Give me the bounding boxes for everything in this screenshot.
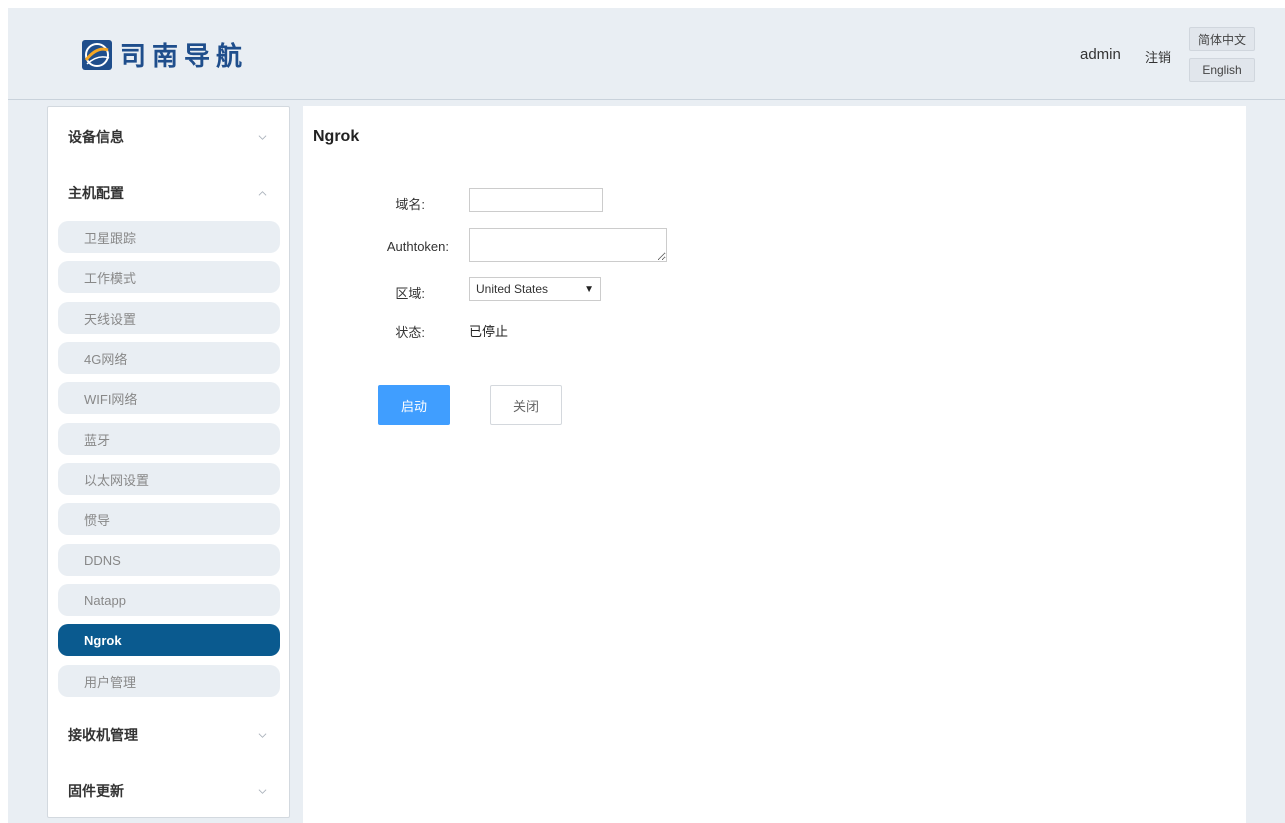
menu-group-firmware-update[interactable]: 固件更新 — [48, 763, 289, 819]
region-label: 区域: — [395, 286, 425, 301]
sidebar-item-4g[interactable]: 4G网络 — [58, 342, 280, 374]
start-button[interactable]: 启动 — [378, 385, 450, 425]
logo-text: 司南导航 — [120, 42, 249, 72]
sidebar-item-work-mode[interactable]: 工作模式 — [58, 261, 280, 293]
page-title: Ngrok — [313, 128, 360, 145]
authtoken-input[interactable] — [469, 228, 667, 262]
region-selected-value: United States — [476, 282, 549, 296]
menu-group-label: 主机配置 — [68, 185, 124, 201]
sidebar-item-wifi[interactable]: WIFI网络 — [58, 382, 280, 414]
username: admin — [1080, 46, 1121, 63]
menu-group-label: 固件更新 — [68, 783, 124, 799]
menu-group-host-config[interactable]: 主机配置 — [48, 165, 289, 221]
header: 司南导航 admin 注销 简体中文 English — [8, 8, 1285, 100]
sidebar-item-user-management[interactable]: 用户管理 — [58, 665, 280, 697]
domain-label: 域名: — [395, 197, 425, 212]
logo-compass-icon — [82, 39, 112, 70]
sidebar-item-natapp[interactable]: Natapp — [58, 584, 280, 616]
sidebar: 设备信息 主机配置 卫星跟踪 工作模式 天线设置 4G网络 WIFI网络 蓝牙 … — [47, 106, 290, 818]
menu-group-label: 设备信息 — [68, 129, 124, 145]
sidebar-item-ethernet[interactable]: 以太网设置 — [58, 463, 280, 495]
main-content: Ngrok 域名: Authtoken: 区域: United States ▼… — [303, 106, 1246, 823]
status-label: 状态: — [395, 325, 425, 340]
sidebar-item-ddns[interactable]: DDNS — [58, 544, 280, 576]
chevron-down-icon — [258, 789, 267, 794]
status-value: 已停止 — [469, 324, 509, 339]
logout-link[interactable]: 注销 — [1145, 47, 1171, 66]
sidebar-item-ngrok[interactable]: Ngrok — [58, 624, 280, 656]
menu-group-receiver-management[interactable]: 接收机管理 — [48, 707, 289, 763]
logo: 司南导航 — [82, 36, 248, 73]
lang-en-button[interactable]: English — [1189, 58, 1255, 82]
sidebar-item-bluetooth[interactable]: 蓝牙 — [58, 423, 280, 455]
sidebar-item-ins[interactable]: 惯导 — [58, 503, 280, 535]
chevron-down-icon — [258, 135, 267, 140]
app-frame: 司南导航 admin 注销 简体中文 English 设备信息 主机配置 卫星跟… — [8, 8, 1285, 823]
close-button[interactable]: 关闭 — [490, 385, 562, 425]
sidebar-item-satellite-tracking[interactable]: 卫星跟踪 — [58, 221, 280, 253]
chevron-down-icon — [258, 733, 267, 738]
lang-zh-button[interactable]: 简体中文 — [1189, 27, 1255, 51]
chevron-up-icon — [258, 191, 267, 196]
sidebar-item-antenna[interactable]: 天线设置 — [58, 302, 280, 334]
menu-group-label: 接收机管理 — [68, 727, 138, 743]
domain-input[interactable] — [469, 188, 603, 212]
region-select[interactable]: United States ▼ — [469, 277, 601, 301]
caret-down-icon: ▼ — [584, 283, 594, 295]
authtoken-label: Authtoken: — [386, 239, 449, 254]
menu-group-device-info[interactable]: 设备信息 — [48, 109, 289, 165]
